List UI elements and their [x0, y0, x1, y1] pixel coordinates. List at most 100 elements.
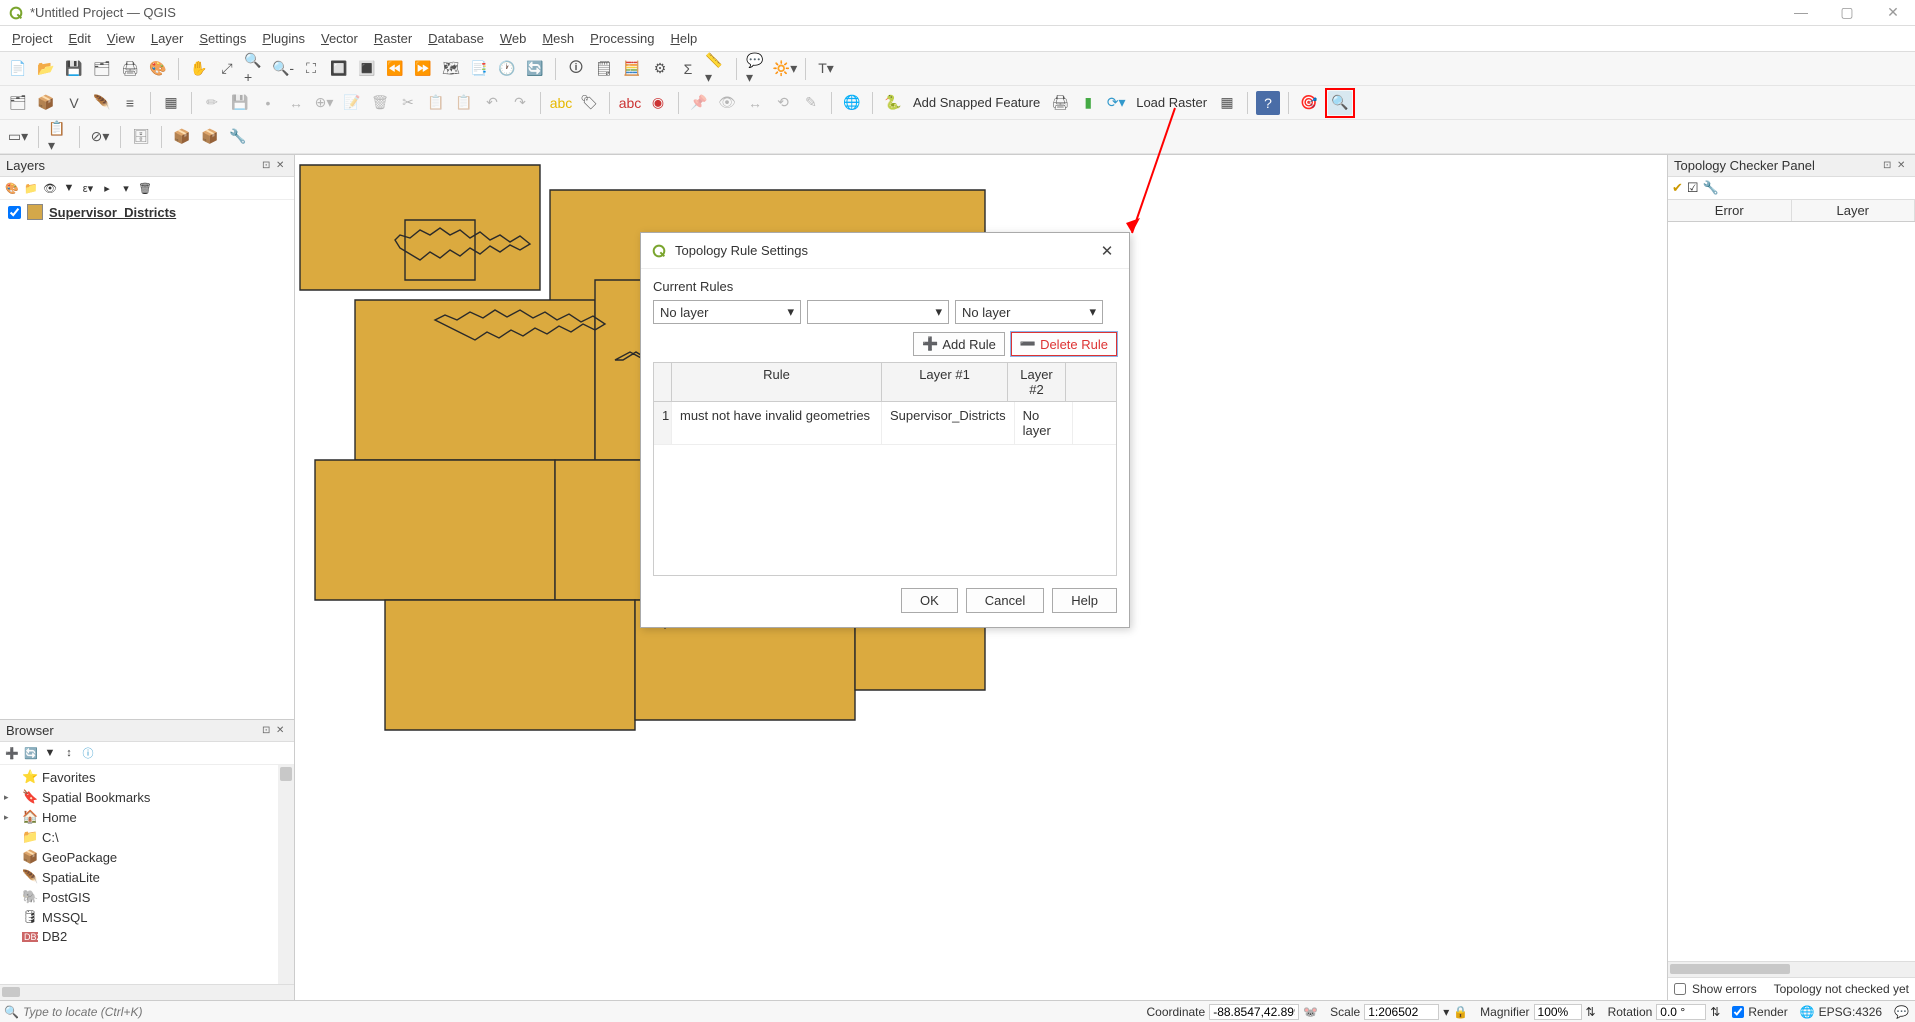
remove-layer-icon[interactable]: 🗑	[137, 180, 153, 196]
tree-item-mssql[interactable]: 🛢MSSQL	[4, 907, 290, 927]
open-project-icon[interactable]: 📂	[34, 57, 58, 81]
new-spatialite-icon[interactable]: 🪶	[90, 91, 114, 115]
locator-input[interactable]	[23, 1005, 296, 1019]
attr-table-icon[interactable]: 🗒	[592, 57, 616, 81]
move-feature-icon[interactable]: ↔	[284, 91, 308, 115]
tree-item-bookmarks[interactable]: ▸🔖Spatial Bookmarks	[4, 787, 290, 807]
add-group-icon[interactable]: 📁	[23, 180, 39, 196]
stats-icon[interactable]: Σ	[676, 57, 700, 81]
identify-icon[interactable]: 🛈	[564, 57, 588, 81]
delete-rule-button[interactable]: ➖Delete Rule	[1011, 332, 1117, 356]
field-calc-icon[interactable]: 🧮	[620, 57, 644, 81]
magnifier-spin-icon[interactable]: ⇅	[1586, 1005, 1596, 1019]
delete-selected-icon[interactable]: 🗑	[368, 91, 392, 115]
add-rule-button[interactable]: ➕Add Rule	[913, 332, 1005, 356]
redo-icon[interactable]: ↷	[508, 91, 532, 115]
label-tool-icon[interactable]: ◉	[646, 91, 670, 115]
data-source-manager-icon[interactable]: 🗂	[6, 91, 30, 115]
rotation-input[interactable]	[1656, 1004, 1706, 1020]
scale-input[interactable]	[1364, 1004, 1439, 1020]
dialog-titlebar[interactable]: Topology Rule Settings ✕	[641, 233, 1129, 269]
zoom-in-icon[interactable]: 🔍+	[243, 57, 267, 81]
maximize-button[interactable]: ▢	[1833, 4, 1861, 21]
menu-view[interactable]: View	[99, 28, 143, 49]
new-bookmark-icon[interactable]: 📑	[467, 57, 491, 81]
topology-panel-float-icon[interactable]: ⊡	[1883, 160, 1895, 172]
temporal-icon[interactable]: 🕐	[495, 57, 519, 81]
save-as-icon[interactable]: 🗂	[90, 57, 114, 81]
rules-th-layer1[interactable]: Layer #1	[882, 363, 1008, 401]
layers-panel-float-icon[interactable]: ⊡	[262, 160, 274, 172]
zoom-layer-icon[interactable]: 🔳	[355, 57, 379, 81]
show-errors-checkbox[interactable]	[1674, 983, 1686, 995]
messages-icon[interactable]: 💬	[1894, 1005, 1909, 1019]
processing-toolbox-icon[interactable]: 📦	[170, 125, 194, 149]
move-label-icon[interactable]: ↔	[743, 91, 767, 115]
validate-all-icon[interactable]: ✔	[1672, 180, 1683, 196]
menu-edit[interactable]: Edit	[60, 28, 98, 49]
tree-item-home[interactable]: ▸🏠Home	[4, 807, 290, 827]
georeferencer-icon[interactable]: 🎯	[1297, 91, 1321, 115]
menu-web[interactable]: Web	[492, 28, 535, 49]
annotation-icon[interactable]: 🔆▾	[773, 57, 797, 81]
topology-hscroll[interactable]	[1668, 961, 1915, 977]
green-layer-icon[interactable]: ▮	[1076, 91, 1100, 115]
tree-item-db2[interactable]: DB2DB2	[4, 927, 290, 946]
text-annotation-icon[interactable]: T▾	[814, 57, 838, 81]
pin-label-icon[interactable]: 📌	[687, 91, 711, 115]
deselect-icon[interactable]: ⊘▾	[88, 125, 112, 149]
copy-features-icon[interactable]: 📋	[424, 91, 448, 115]
metasearch-icon[interactable]: 🌐	[840, 91, 864, 115]
tree-item-c-drive[interactable]: 📁C:\	[4, 827, 290, 847]
print-icon[interactable]: 🖨	[1048, 91, 1072, 115]
tree-item-geopackage[interactable]: 📦GeoPackage	[4, 847, 290, 867]
crs-icon[interactable]: 🌐	[1800, 1005, 1815, 1019]
cancel-button[interactable]: Cancel	[966, 588, 1044, 613]
collapse-all-icon[interactable]: ▾	[118, 180, 134, 196]
cut-features-icon[interactable]: ✂	[396, 91, 420, 115]
browser-scrollbar[interactable]	[278, 765, 294, 984]
browser-panel-float-icon[interactable]: ⊡	[262, 725, 274, 737]
refresh-plugin-icon[interactable]: ⟳▾	[1104, 91, 1128, 115]
zoom-full-icon[interactable]: ⛶	[299, 57, 323, 81]
zoom-selection-icon[interactable]: 🔲	[327, 57, 351, 81]
browser-refresh-icon[interactable]: 🔄	[23, 745, 39, 761]
zoom-out-icon[interactable]: 🔍-	[271, 57, 295, 81]
rotation-spin-icon[interactable]: ⇅	[1710, 1005, 1720, 1019]
model-icon[interactable]: 📦	[198, 125, 222, 149]
tree-item-postgis[interactable]: 🐘PostGIS	[4, 887, 290, 907]
validate-extent-icon[interactable]: ☑	[1687, 180, 1699, 196]
pan-to-selection-icon[interactable]: ⤢	[215, 57, 239, 81]
zoom-last-icon[interactable]: ⏪	[383, 57, 407, 81]
add-feature-icon[interactable]: •	[256, 91, 280, 115]
refresh-icon[interactable]: 🔄	[523, 57, 547, 81]
rotate-label-icon[interactable]: ⟲	[771, 91, 795, 115]
coord-input[interactable]	[1209, 1004, 1299, 1020]
scale-lock-icon[interactable]: 🔒	[1453, 1005, 1468, 1019]
undo-icon[interactable]: ↶	[480, 91, 504, 115]
browser-properties-icon[interactable]: ⓘ	[80, 745, 96, 761]
load-raster-button[interactable]: Load Raster	[1132, 95, 1211, 110]
browser-add-icon[interactable]: ➕	[4, 745, 20, 761]
menu-processing[interactable]: Processing	[582, 28, 662, 49]
new-virtual-icon[interactable]: ≡	[118, 91, 142, 115]
topology-configure-icon[interactable]: 🔧	[1703, 180, 1719, 196]
minimize-button[interactable]: —	[1787, 4, 1815, 21]
new-geopackage-icon[interactable]: 📦	[34, 91, 58, 115]
show-label-icon[interactable]: 👁	[715, 91, 739, 115]
tree-item-spatialite[interactable]: 🪶SpatiaLite	[4, 867, 290, 887]
menu-settings[interactable]: Settings	[191, 28, 254, 49]
label-abc-icon[interactable]: abc	[549, 91, 573, 115]
topology-col-error[interactable]: Error	[1668, 200, 1792, 221]
help-question-icon[interactable]: ?	[1256, 91, 1280, 115]
style-manager-icon[interactable]: 🎨	[146, 57, 170, 81]
scale-dropdown-icon[interactable]: ▾	[1443, 1005, 1449, 1019]
python-console-icon[interactable]: 🐍	[881, 91, 905, 115]
new-project-icon[interactable]: 📄	[6, 57, 30, 81]
rules-row[interactable]: 1 must not have invalid geometries Super…	[654, 402, 1116, 445]
modify-attributes-icon[interactable]: 📝	[340, 91, 364, 115]
filter-legend-icon[interactable]: ▼	[61, 180, 77, 196]
extents-icon[interactable]: 🐭	[1303, 1005, 1318, 1019]
toolbox-gear-icon[interactable]: ⚙	[648, 57, 672, 81]
rules-th-rule[interactable]: Rule	[672, 363, 882, 401]
